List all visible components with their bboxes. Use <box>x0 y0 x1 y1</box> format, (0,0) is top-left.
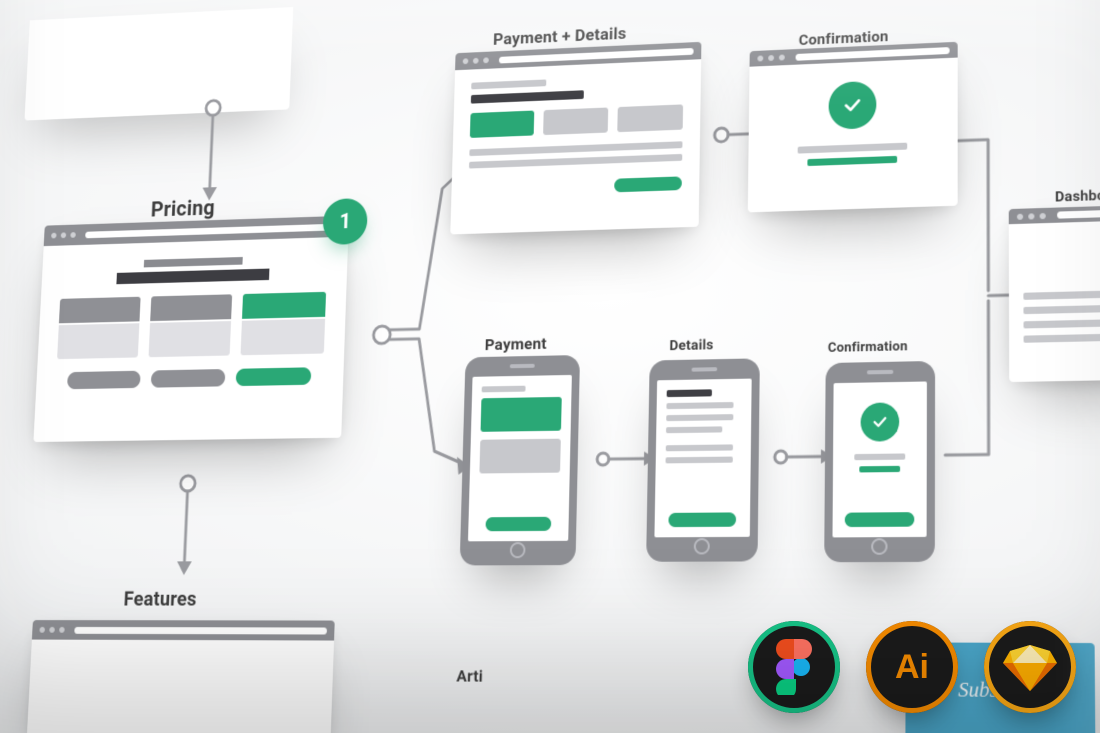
wireframe-phone-confirmation <box>824 361 935 562</box>
illustrator-icon: Ai <box>866 621 958 713</box>
label-confirmation: Confirmation <box>799 27 889 49</box>
wireframe-phone-details <box>646 358 760 561</box>
sketch-icon <box>984 621 1076 713</box>
wireframe-dashboard <box>1009 202 1100 382</box>
label-pricing: Pricing <box>150 197 215 223</box>
label-dashboard: Dashboard <box>1055 187 1100 206</box>
wireframe-hero-partial <box>24 7 293 121</box>
label-payment: Payment <box>485 334 547 354</box>
wireframe-pricing: 1 <box>33 216 349 442</box>
wireframe-payment-details <box>450 42 701 235</box>
figma-icon <box>748 621 840 713</box>
check-icon <box>828 81 876 130</box>
wireframe-confirmation <box>748 42 958 213</box>
label-features: Features <box>123 587 197 611</box>
url-bar <box>85 223 341 238</box>
label-confirmation-mobile: Confirmation <box>828 339 908 356</box>
wireframe-phone-payment <box>460 355 580 565</box>
label-article-partial: Arti <box>456 666 483 685</box>
check-icon <box>860 402 899 441</box>
step-badge: 1 <box>322 198 368 245</box>
tool-badges: Ai <box>748 621 1076 713</box>
label-details: Details <box>669 337 713 354</box>
wireframe-features <box>27 620 335 733</box>
